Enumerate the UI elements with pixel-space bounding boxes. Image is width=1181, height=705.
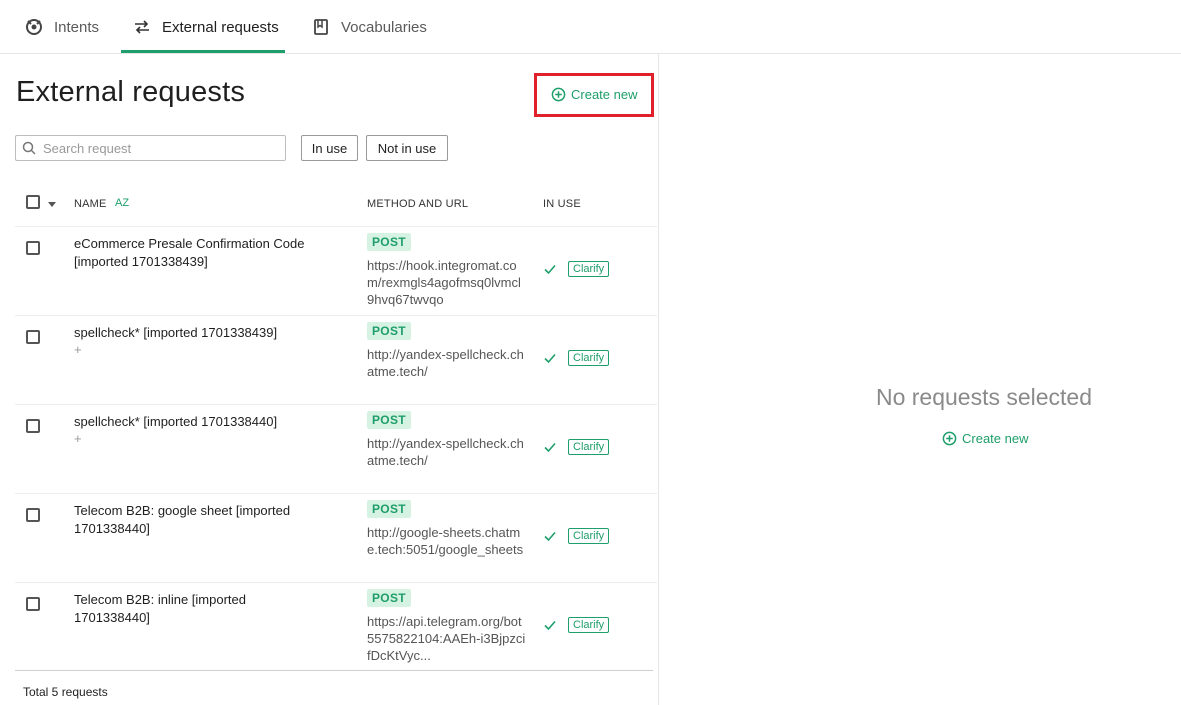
create-new-label: Create new bbox=[962, 431, 1029, 446]
method-badge: POST bbox=[367, 500, 411, 518]
check-icon bbox=[544, 620, 556, 631]
check-icon bbox=[544, 442, 556, 453]
requests-list-panel: External requests Create new In use Not … bbox=[0, 54, 659, 705]
request-name: Telecom B2B: inline [imported 1701338440… bbox=[74, 592, 246, 625]
request-url: http://google-sheets.chatme.tech:5051/go… bbox=[367, 525, 524, 557]
clarify-button[interactable]: Clarify bbox=[568, 439, 610, 455]
method-badge: POST bbox=[367, 411, 411, 429]
tab-bar: Intents External requests Vocabularies bbox=[0, 0, 1181, 54]
method-badge: POST bbox=[367, 589, 411, 607]
create-new-button-empty-state[interactable]: Create new bbox=[942, 431, 1028, 446]
check-icon bbox=[544, 353, 556, 364]
request-name: spellcheck* [imported 1701338440] bbox=[74, 414, 278, 429]
add-circle-icon bbox=[942, 431, 957, 446]
clarify-button[interactable]: Clarify bbox=[568, 261, 610, 277]
search-box bbox=[15, 135, 286, 161]
row-checkbox[interactable] bbox=[26, 330, 40, 344]
method-badge: POST bbox=[367, 322, 411, 340]
column-header-in-use: IN USE bbox=[543, 198, 581, 210]
method-badge: POST bbox=[367, 233, 411, 251]
request-detail-panel: No requests selected Create new bbox=[660, 54, 1181, 705]
row-checkbox[interactable] bbox=[26, 508, 40, 522]
request-url: https://hook.integromat.com/rexmgls4agof… bbox=[367, 258, 521, 307]
intents-icon bbox=[24, 17, 44, 37]
filter-in-use-button[interactable]: In use bbox=[301, 135, 358, 161]
tab-vocabularies-label: Vocabularies bbox=[341, 18, 427, 36]
table-row[interactable]: Telecom B2B: inline [imported 1701338440… bbox=[0, 582, 659, 671]
total-count: Total 5 requests bbox=[23, 685, 108, 699]
active-tab-indicator bbox=[121, 50, 285, 53]
check-icon bbox=[544, 531, 556, 542]
tab-vocabularies[interactable]: Vocabularies bbox=[311, 0, 427, 54]
clarify-button[interactable]: Clarify bbox=[568, 528, 610, 544]
search-icon bbox=[22, 141, 36, 155]
row-checkbox[interactable] bbox=[26, 597, 40, 611]
create-new-label: Create new bbox=[571, 87, 638, 102]
table-row[interactable]: spellcheck* [imported 1701338439] + POST… bbox=[0, 315, 659, 404]
request-url: http://yandex-spellcheck.chatme.tech/ bbox=[367, 347, 524, 379]
request-url: https://api.telegram.org/bot5575822104:A… bbox=[367, 614, 526, 663]
table-row[interactable]: spellcheck* [imported 1701338440] + POST… bbox=[0, 404, 659, 493]
create-new-button[interactable]: Create new bbox=[551, 87, 637, 102]
check-icon bbox=[544, 264, 556, 275]
chevron-down-icon[interactable] bbox=[48, 202, 56, 207]
clarify-button[interactable]: Clarify bbox=[568, 350, 610, 366]
book-icon bbox=[311, 17, 331, 37]
request-url: http://yandex-spellcheck.chatme.tech/ bbox=[367, 436, 524, 468]
tab-intents-label: Intents bbox=[54, 18, 100, 36]
tab-intents[interactable]: Intents bbox=[24, 0, 99, 54]
page-title: External requests bbox=[16, 76, 246, 108]
row-checkbox[interactable] bbox=[26, 241, 40, 255]
row-checkbox[interactable] bbox=[26, 419, 40, 433]
tab-external-requests[interactable]: External requests bbox=[132, 0, 279, 54]
table-row[interactable]: eCommerce Presale Confirmation Code [imp… bbox=[0, 226, 659, 315]
tab-external-requests-label: External requests bbox=[162, 18, 279, 36]
request-name: spellcheck* [imported 1701338439] bbox=[74, 325, 278, 340]
search-input[interactable] bbox=[43, 140, 273, 156]
column-header-method-url: METHOD AND URL bbox=[367, 198, 469, 210]
select-all-checkbox[interactable] bbox=[26, 195, 40, 209]
request-name: eCommerce Presale Confirmation Code [imp… bbox=[74, 236, 305, 269]
sort-az-icon[interactable]: AZ bbox=[115, 197, 129, 209]
request-sub-marker: + bbox=[74, 431, 82, 446]
filter-not-in-use-button[interactable]: Not in use bbox=[366, 135, 448, 161]
request-name: Telecom B2B: google sheet [imported 1701… bbox=[74, 503, 291, 536]
column-header-name: NAME bbox=[74, 198, 107, 210]
add-circle-icon bbox=[551, 87, 566, 102]
divider bbox=[15, 670, 653, 671]
empty-state-title: No requests selected bbox=[875, 384, 1093, 410]
request-sub-marker: + bbox=[74, 342, 82, 357]
clarify-button[interactable]: Clarify bbox=[568, 617, 610, 633]
api-icon bbox=[132, 17, 152, 37]
table-row[interactable]: Telecom B2B: google sheet [imported 1701… bbox=[0, 493, 659, 582]
